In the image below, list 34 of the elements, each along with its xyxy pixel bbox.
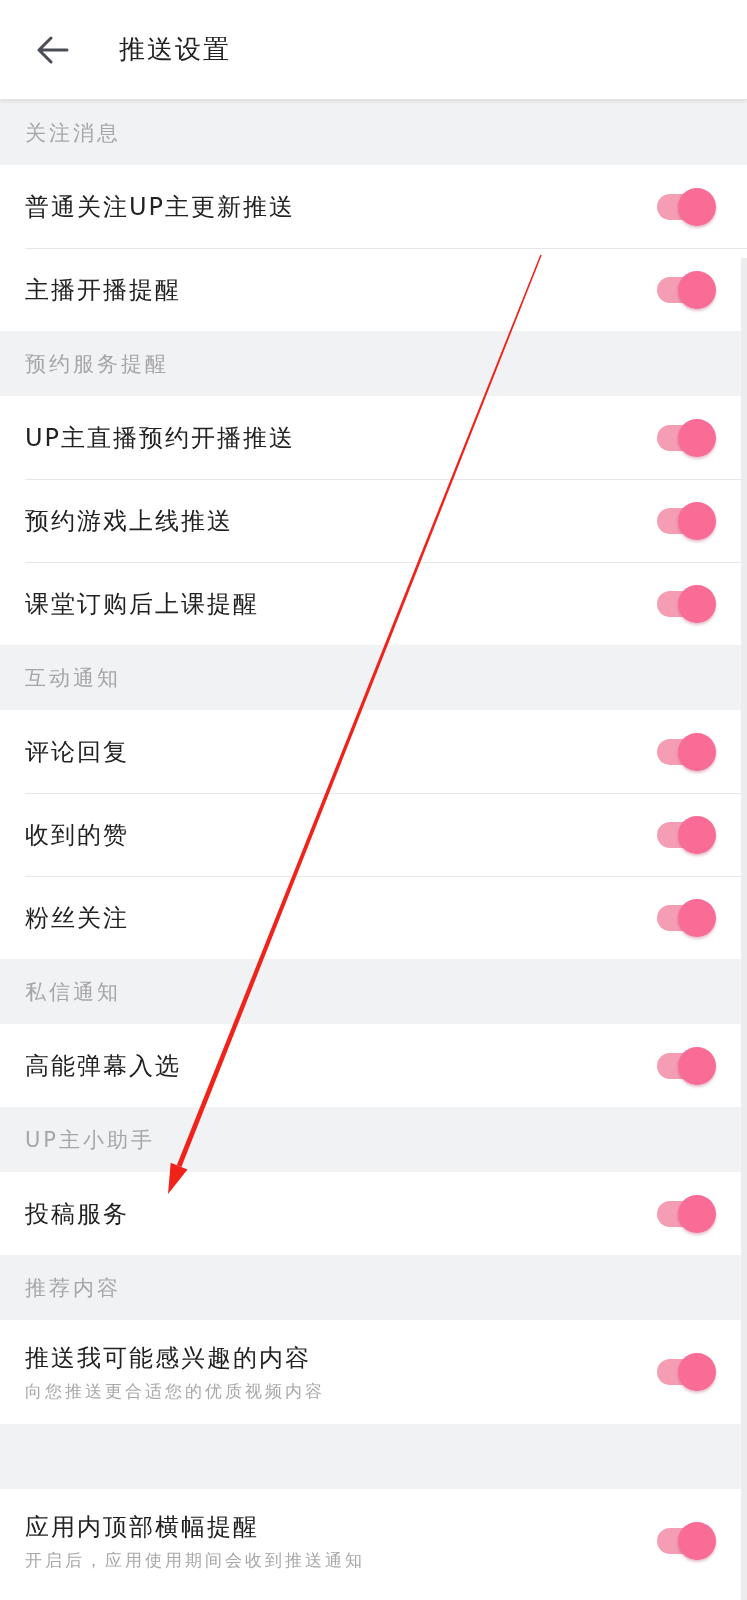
setting-label: 普通关注UP主更新推送	[25, 191, 296, 223]
toggle-switch[interactable]	[657, 1045, 717, 1086]
section-header: 预约服务提醒	[25, 350, 169, 378]
toggle-switch[interactable]	[657, 501, 717, 541]
setting-description: 开启后，应用使用期间会收到推送通知	[25, 1548, 365, 1572]
toggle-switch[interactable]	[657, 1352, 717, 1392]
setting-label: 投稿服务	[25, 1198, 129, 1230]
setting-label: 粉丝关注	[25, 903, 129, 934]
setting-label: 收到的赞	[25, 820, 129, 851]
page-title: 推送设置	[119, 33, 231, 66]
setting-label: 高能弹幕入选	[25, 1050, 181, 1082]
setting-label: 推送我可能感兴趣的内容	[25, 1342, 311, 1374]
section-header: 关注消息	[25, 119, 121, 147]
setting-label: 主播开播提醒	[25, 275, 181, 306]
back-arrow-icon[interactable]	[37, 35, 69, 64]
setting-description: 向您推送更合适您的优质视频内容	[25, 1379, 325, 1403]
toggle-switch[interactable]	[657, 898, 717, 938]
toggle-switch[interactable]	[657, 731, 717, 772]
setting-label: 预约游戏上线推送	[25, 506, 233, 537]
toggle-switch[interactable]	[657, 1521, 717, 1561]
setting-label: UP主直播预约开播推送	[25, 422, 296, 454]
section-header: UP主小助手	[25, 1126, 156, 1154]
toggle-switch[interactable]	[657, 584, 717, 624]
setting-label: 评论回复	[25, 736, 129, 768]
setting-label: 应用内顶部横幅提醒	[25, 1511, 259, 1543]
toggle-switch[interactable]	[657, 417, 717, 458]
setting-label: 课堂订购后上课提醒	[25, 589, 259, 620]
toggle-switch[interactable]	[657, 270, 717, 310]
toggle-switch[interactable]	[657, 186, 717, 227]
section-header: 互动通知	[25, 664, 121, 692]
toggle-switch[interactable]	[657, 815, 717, 855]
section-header: 推荐内容	[25, 1274, 121, 1302]
toggle-switch[interactable]	[657, 1193, 717, 1234]
section-header: 私信通知	[25, 978, 121, 1006]
